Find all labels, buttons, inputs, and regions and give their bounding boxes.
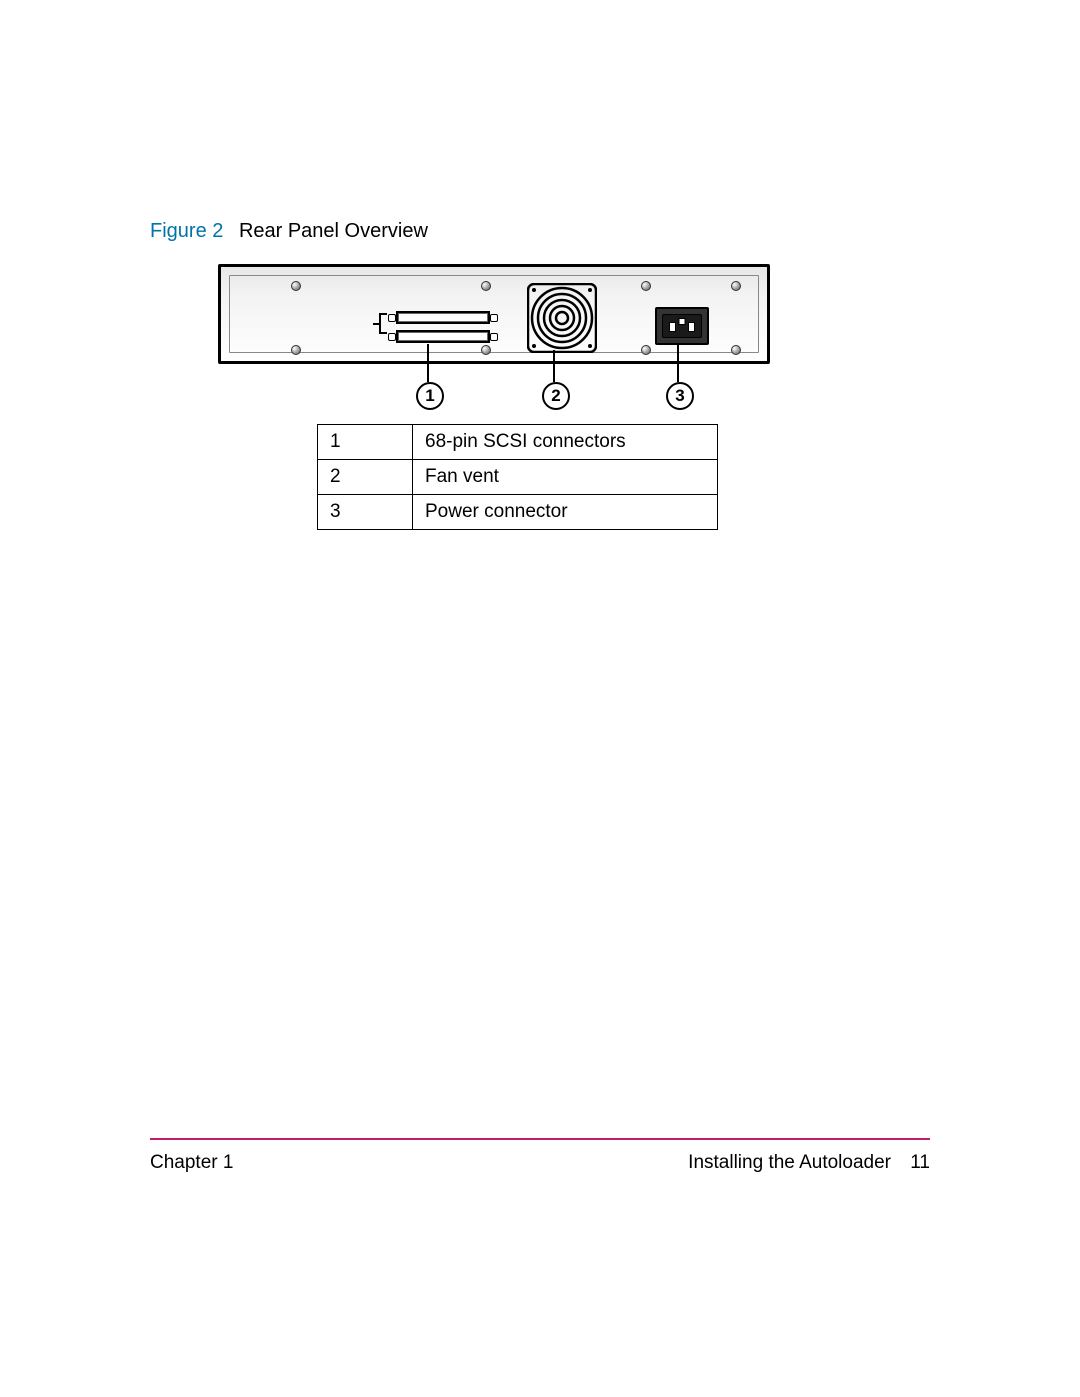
- legend-num: 1: [318, 425, 413, 460]
- legend-desc: Power connector: [413, 495, 718, 530]
- callout-2: 2: [542, 382, 570, 410]
- callout-1: 1: [416, 382, 444, 410]
- screw-icon: [291, 345, 301, 355]
- screw-icon: [641, 345, 651, 355]
- power-connector-icon: [655, 307, 709, 345]
- screw-icon: [731, 281, 741, 291]
- power-socket-icon: [662, 314, 702, 338]
- figure-title: Rear Panel Overview: [239, 220, 428, 242]
- footer-section: Installing the Autoloader: [688, 1152, 891, 1173]
- legend-desc: Fan vent: [413, 460, 718, 495]
- screw-icon: [481, 345, 491, 355]
- screw-icon: [731, 345, 741, 355]
- legend-desc: 68-pin SCSI connectors: [413, 425, 718, 460]
- page: Figure 2 Rear Panel Overview: [0, 0, 1080, 1397]
- screw-icon: [291, 281, 301, 291]
- rear-panel-figure: 1 2 3: [218, 264, 770, 414]
- figure-caption: Figure 2 Rear Panel Overview: [150, 220, 428, 243]
- legend-num: 3: [318, 495, 413, 530]
- chassis-outline: [218, 264, 770, 364]
- scsi-connector-icon: [396, 330, 490, 343]
- figure-label: Figure 2: [150, 220, 223, 242]
- scsi-connector-icon: [396, 311, 490, 324]
- table-row: 2 Fan vent: [318, 460, 718, 495]
- legend-table: 1 68-pin SCSI connectors 2 Fan vent 3 Po…: [317, 424, 718, 530]
- legend-num: 2: [318, 460, 413, 495]
- table-row: 1 68-pin SCSI connectors: [318, 425, 718, 460]
- footer-chapter: Chapter 1: [150, 1152, 233, 1174]
- screw-icon: [641, 281, 651, 291]
- fan-vent-icon: [527, 283, 597, 353]
- screw-icon: [481, 281, 491, 291]
- footer-rule: [150, 1138, 930, 1140]
- table-row: 3 Power connector: [318, 495, 718, 530]
- footer-page-number: 11: [910, 1152, 930, 1173]
- callout-3: 3: [666, 382, 694, 410]
- footer-right: Installing the Autoloader 11: [688, 1152, 930, 1174]
